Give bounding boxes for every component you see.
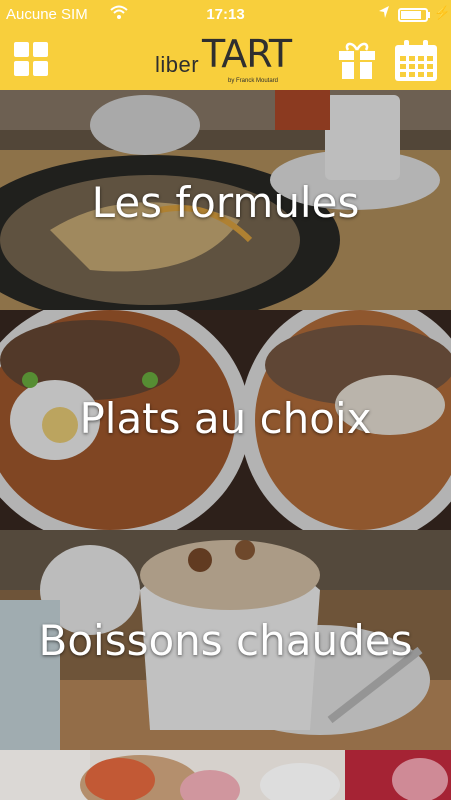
app-header: liber TART by Franck Moutard <box>0 30 451 90</box>
logo-tagline: by Franck Moutard <box>228 78 279 84</box>
tile-plats-au-choix[interactable]: Plats au choix <box>0 310 451 530</box>
tile-title: Plats au choix <box>79 394 372 443</box>
tile-desserts-partial[interactable] <box>0 750 451 800</box>
menu-grid-button[interactable] <box>14 42 50 78</box>
battery-tip <box>428 12 430 18</box>
logo-text-small: liber <box>155 52 200 77</box>
tile-title: Les formules <box>91 178 360 227</box>
battery-icon <box>398 8 428 22</box>
app-logo: liber TART by Franck Moutard <box>150 30 300 90</box>
logo-text-big: TART <box>202 32 292 76</box>
tile-boissons-chaudes[interactable]: Boissons chaudes <box>0 530 451 750</box>
grid-icon-cell <box>14 61 29 76</box>
tile-photo-desserts <box>0 750 451 800</box>
grid-icon-cell <box>33 61 48 76</box>
gift-button[interactable] <box>338 40 376 80</box>
charging-bolt-icon: ⚡ <box>434 5 451 20</box>
status-bar: Aucune SIM 17:13 ⚡ <box>0 0 451 30</box>
location-arrow-icon <box>378 5 390 23</box>
tile-title: Boissons chaudes <box>38 616 413 665</box>
calendar-button[interactable] <box>394 40 438 82</box>
grid-icon-cell <box>14 42 29 57</box>
calendar-icon <box>395 40 437 81</box>
tile-les-formules[interactable]: Les formules <box>0 90 451 310</box>
gift-icon <box>339 42 375 79</box>
grid-icon-cell <box>33 42 48 57</box>
